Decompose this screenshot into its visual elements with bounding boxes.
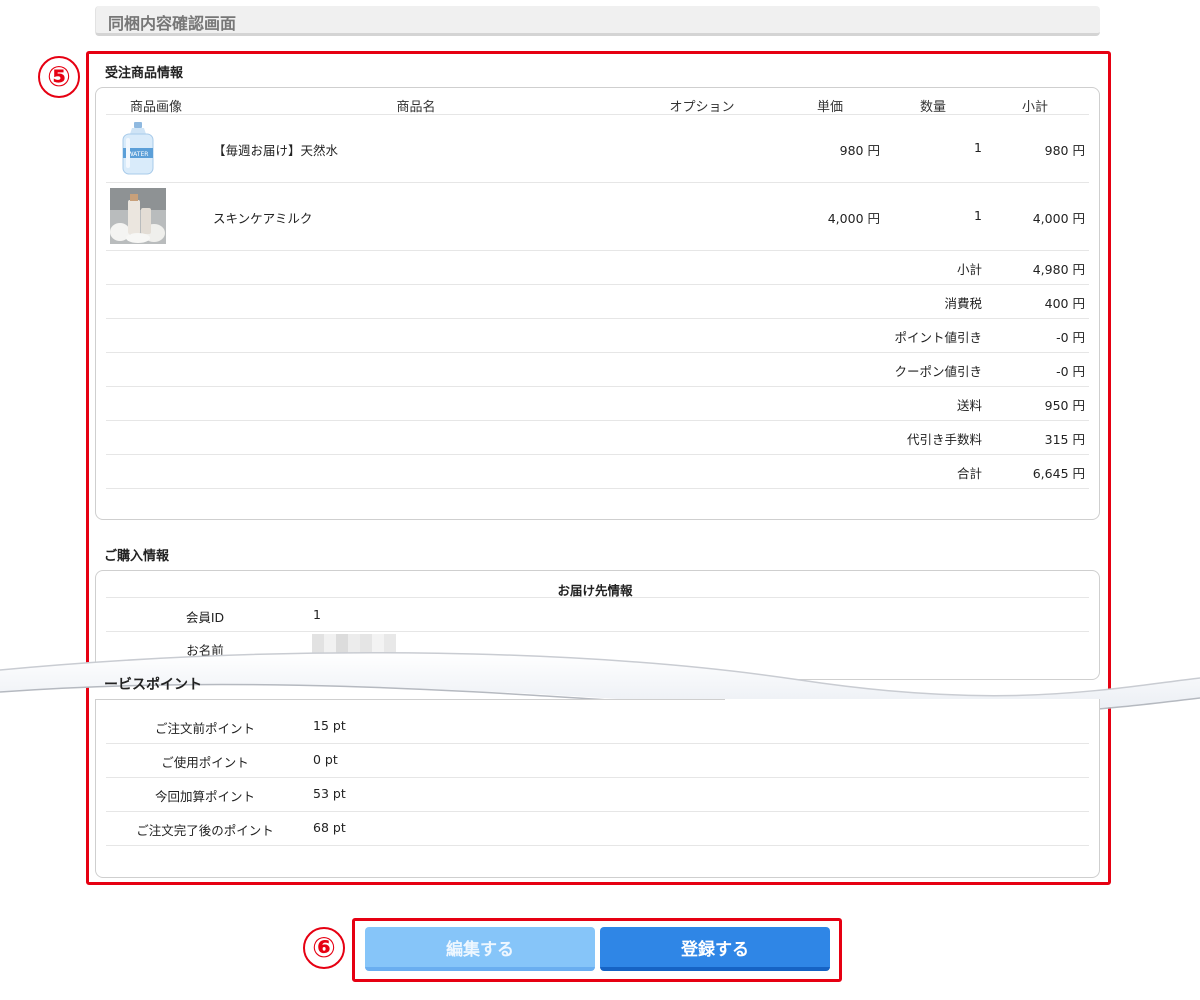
column-header-unit-price: 単価 (816, 100, 843, 115)
summary-value-shipping: 950 円 (1044, 398, 1085, 413)
item-subtotal: 980 円 (1044, 143, 1085, 158)
purchase-info-title: ご購入情報 (104, 549, 170, 564)
page-title: 同梱内容確認画面 (108, 14, 237, 33)
edit-button[interactable]: 編集する (365, 927, 595, 971)
summary-value-total: 6,645 円 (1032, 466, 1085, 481)
item-quantity: 1 (974, 208, 982, 223)
item-unit-price: 980 円 (839, 143, 880, 158)
summary-label-subtotal: 小計 (956, 262, 982, 277)
summary-label-cod-fee: 代引き手数料 (906, 432, 982, 447)
item-unit-price: 4,000 円 (827, 211, 880, 226)
summary-label-tax: 消費税 (944, 296, 982, 311)
summary-label-total: 合計 (956, 466, 982, 481)
column-header-option: オプション (669, 100, 735, 115)
column-header-subtotal: 小計 (1021, 100, 1048, 115)
column-header-image: 商品画像 (129, 100, 182, 115)
item-quantity: 1 (974, 140, 982, 155)
summary-value-tax: 400 円 (1044, 296, 1085, 311)
column-header-name: 商品名 (396, 100, 436, 115)
summary-value-point-discount: -0 円 (1056, 330, 1085, 345)
points-used-value: 0 pt (313, 752, 338, 767)
summary-value-subtotal: 4,980 円 (1032, 262, 1085, 277)
summary-label-point-discount: ポイント値引き (894, 330, 982, 345)
order-items-title: 受注商品情報 (105, 66, 184, 81)
service-points-title: ービスポイント (104, 677, 202, 693)
item-subtotal: 4,000 円 (1032, 211, 1085, 226)
points-used-label: ご使用ポイント (161, 755, 249, 770)
summary-value-coupon-discount: -0 円 (1056, 364, 1085, 379)
member-id-label: 会員ID (185, 610, 225, 625)
member-id-value: 1 (313, 607, 321, 622)
item-name: スキンケアミルク (213, 211, 313, 226)
column-header-quantity: 数量 (919, 100, 946, 115)
points-before-order-value: 15 pt (313, 718, 346, 733)
item-name: 【毎週お届け】天然水 (213, 143, 339, 158)
points-after-order-label: ご注文完了後のポイント (136, 823, 274, 838)
summary-value-cod-fee: 315 円 (1044, 432, 1085, 447)
points-before-order-label: ご注文前ポイント (154, 721, 255, 736)
summary-label-coupon-discount: クーポン値引き (894, 364, 982, 379)
svg-text:WATER: WATER (128, 151, 149, 158)
page-header: 同梱内容確認画面 (95, 6, 1100, 36)
annotation-marker-6: ⑥ (303, 927, 345, 969)
skincare-bottle-image (110, 188, 166, 244)
points-added-value: 53 pt (313, 786, 346, 801)
water-bottle-image: WATER (110, 120, 166, 176)
register-button[interactable]: 登録する (600, 927, 830, 971)
points-added-label: 今回加算ポイント (154, 789, 255, 804)
summary-label-shipping: 送料 (956, 398, 982, 413)
annotation-marker-5: ⑤ (38, 56, 80, 98)
points-after-order-value: 68 pt (313, 820, 346, 835)
